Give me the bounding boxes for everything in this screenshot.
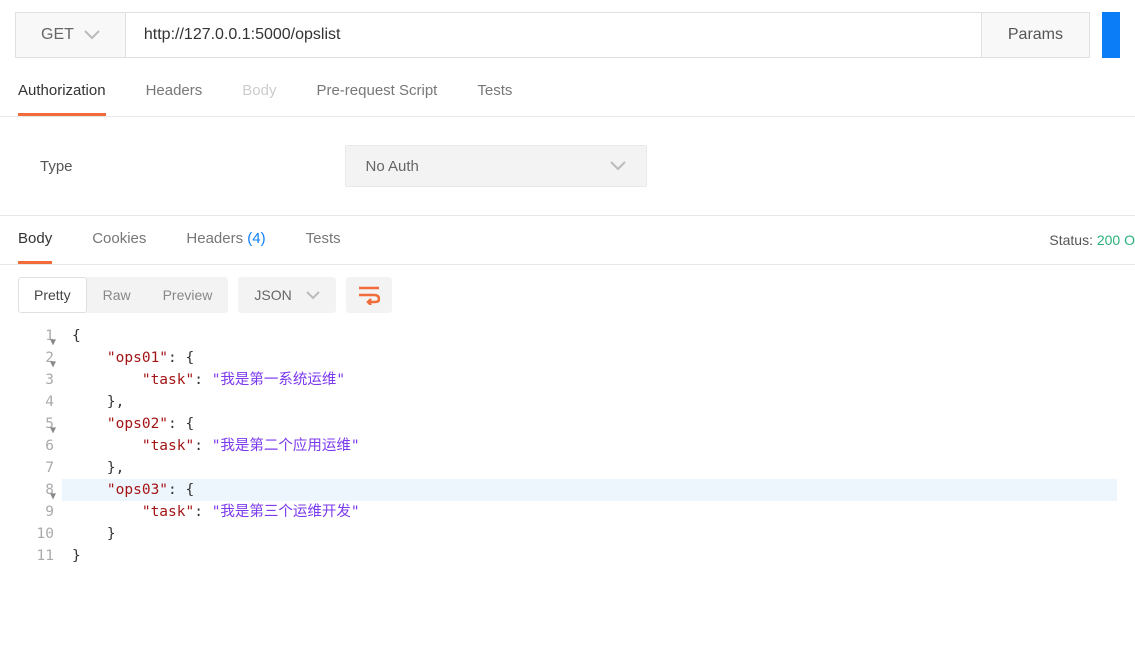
gutter-line: 8▼	[22, 479, 54, 501]
response-tabs: Body Cookies Headers (4) Tests	[18, 216, 341, 264]
viewer-controls: Pretty Raw Preview JSON	[0, 265, 1135, 325]
request-tabs: Authorization Headers Body Pre-request S…	[0, 70, 1135, 117]
gutter-line: 1▼	[22, 325, 54, 347]
code-line: }	[62, 545, 1117, 567]
code-line: },	[62, 391, 1117, 413]
gutter-line: 10	[22, 523, 54, 545]
code-content: { "ops01": { "task": "我是第一系统运维" }, "ops0…	[62, 325, 1117, 567]
code-line: "ops01": {	[62, 347, 1117, 369]
code-line: "ops03": {	[62, 479, 1117, 501]
wrap-button[interactable]	[346, 277, 392, 313]
response-tab-tests[interactable]: Tests	[306, 216, 341, 264]
response-tab-headers-label: Headers	[186, 230, 243, 247]
tab-prerequest[interactable]: Pre-request Script	[316, 70, 437, 116]
chevron-down-icon	[610, 161, 626, 171]
status-value: 200 O	[1097, 232, 1135, 248]
tab-tests[interactable]: Tests	[477, 70, 512, 116]
code-line: {	[62, 325, 1117, 347]
gutter-line: 11	[22, 545, 54, 567]
auth-type-select[interactable]: No Auth	[345, 145, 647, 187]
chevron-down-icon	[306, 291, 320, 300]
method-select[interactable]: GET	[15, 12, 126, 58]
wrap-icon	[358, 285, 380, 305]
send-button[interactable]	[1102, 12, 1120, 58]
gutter-line: 2▼	[22, 347, 54, 369]
response-tab-cookies[interactable]: Cookies	[92, 216, 146, 264]
gutter-line: 3	[22, 369, 54, 391]
chevron-down-icon	[84, 30, 100, 40]
status-area: Status: 200 O	[1049, 232, 1135, 248]
response-tab-headers[interactable]: Headers (4)	[186, 216, 265, 264]
tab-body[interactable]: Body	[242, 70, 276, 116]
status-label: Status:	[1049, 232, 1093, 248]
code-line: "ops02": {	[62, 413, 1117, 435]
format-select[interactable]: JSON	[238, 277, 335, 313]
gutter-line: 5▼	[22, 413, 54, 435]
gutter-line: 7	[22, 457, 54, 479]
code-viewer[interactable]: 1▼2▼345▼678▼91011 { "ops01": { "task": "…	[0, 325, 1135, 567]
request-bar: GET Params	[0, 0, 1135, 70]
headers-count: (4)	[247, 230, 265, 247]
tab-authorization[interactable]: Authorization	[18, 70, 106, 116]
gutter-line: 4	[22, 391, 54, 413]
code-line: "task": "我是第二个应用运维"	[62, 435, 1117, 457]
pretty-button[interactable]: Pretty	[18, 277, 87, 313]
params-button[interactable]: Params	[982, 12, 1090, 58]
response-header: Body Cookies Headers (4) Tests Status: 2…	[0, 216, 1135, 265]
method-label: GET	[41, 26, 74, 44]
auth-selected-value: No Auth	[366, 158, 419, 175]
code-line: }	[62, 523, 1117, 545]
gutter-line: 6	[22, 435, 54, 457]
response-tab-body[interactable]: Body	[18, 216, 52, 264]
preview-button[interactable]: Preview	[147, 277, 229, 313]
auth-section: Type No Auth	[0, 117, 1135, 216]
code-line: },	[62, 457, 1117, 479]
view-mode-group: Pretty Raw Preview	[18, 277, 228, 313]
code-line: "task": "我是第三个运维开发"	[62, 501, 1117, 523]
auth-type-label: Type	[18, 158, 73, 175]
url-input[interactable]	[126, 12, 982, 58]
format-label: JSON	[254, 287, 291, 303]
tab-headers[interactable]: Headers	[146, 70, 203, 116]
raw-button[interactable]: Raw	[87, 277, 147, 313]
code-line: "task": "我是第一系统运维"	[62, 369, 1117, 391]
gutter-line: 9	[22, 501, 54, 523]
code-gutter: 1▼2▼345▼678▼91011	[22, 325, 62, 567]
